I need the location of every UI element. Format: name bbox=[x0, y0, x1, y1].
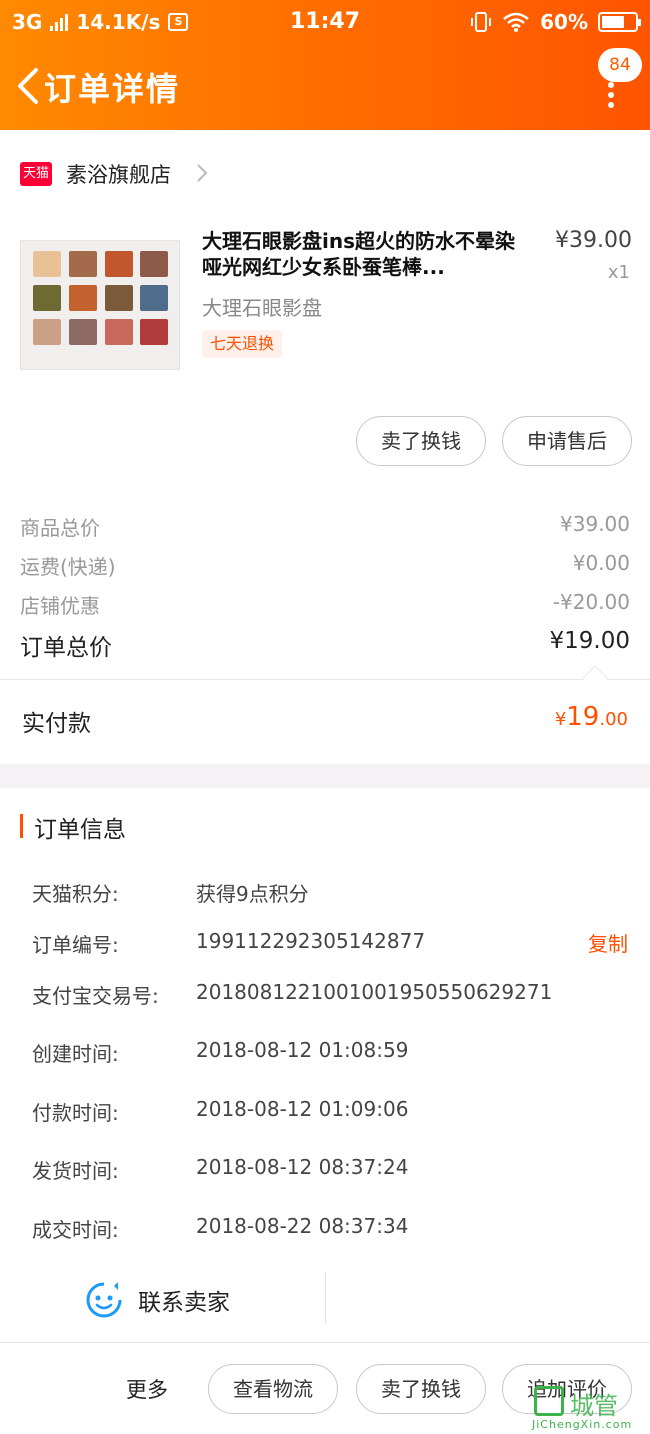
vibrate-icon bbox=[471, 12, 492, 32]
product-sku: 大理石眼影盘 bbox=[202, 296, 322, 320]
subtotal-value: ¥39.00 bbox=[560, 512, 630, 536]
more-button[interactable]: 更多 bbox=[126, 1374, 168, 1404]
eyeshadow-pan bbox=[104, 251, 133, 277]
paid-integer: 19 bbox=[566, 702, 600, 732]
discount-row: 店铺优惠 -¥20.00 bbox=[20, 590, 630, 620]
subtotal-label: 商品总价 bbox=[20, 516, 100, 540]
eyeshadow-pan bbox=[140, 319, 169, 345]
order-total-value: ¥19.00 bbox=[549, 628, 630, 654]
bottom-divider bbox=[0, 1342, 650, 1343]
eyeshadow-pan bbox=[33, 285, 61, 311]
watermark-logo bbox=[534, 1386, 564, 1416]
tmall-logo: 天猫 bbox=[20, 162, 52, 186]
info-row-paid: 付款时间: 2018-08-12 01:09:06 bbox=[32, 1097, 632, 1127]
info-label: 支付宝交易号: bbox=[32, 984, 159, 1008]
chat-face-icon bbox=[86, 1282, 122, 1318]
watermark-text: 城管 bbox=[570, 1392, 618, 1420]
eyeshadow-pan bbox=[68, 251, 97, 277]
chevron-right-icon bbox=[197, 164, 208, 182]
divider bbox=[0, 679, 650, 680]
header: 3G 14.1K/s S 11:47 60% 订单详情 84 bbox=[0, 0, 650, 130]
shipping-label: 运费(快递) bbox=[20, 555, 116, 579]
info-row-points: 天猫积分: 获得9点积分 bbox=[32, 878, 632, 908]
shipping-value: ¥0.00 bbox=[572, 551, 630, 575]
message-badge: 84 bbox=[598, 48, 642, 82]
status-right: 60% bbox=[470, 10, 641, 34]
info-row-alipay: 支付宝交易号: 2018081221001001950550629271 bbox=[32, 980, 632, 1010]
info-row-order-number: 订单编号: 199112292305142877 bbox=[32, 929, 632, 959]
shop-name: 素浴旗舰店 bbox=[66, 163, 171, 187]
info-value: 2018081221001001950550629271 bbox=[196, 980, 553, 1004]
eyeshadow-pan bbox=[140, 285, 169, 311]
info-value: 2018-08-12 01:08:59 bbox=[196, 1038, 409, 1062]
wifi-icon bbox=[503, 12, 529, 32]
more-menu-icon[interactable] bbox=[606, 82, 616, 108]
info-row-completed: 成交时间: 2018-08-22 08:37:34 bbox=[32, 1214, 632, 1244]
sell-again-button[interactable]: 卖了换钱 bbox=[356, 1364, 486, 1414]
product-quantity: x1 bbox=[607, 262, 630, 283]
eyeshadow-pan bbox=[104, 285, 133, 311]
info-row-shipped: 发货时间: 2018-08-12 08:37:24 bbox=[32, 1155, 632, 1185]
order-total-row: 订单总价 ¥19.00 bbox=[20, 628, 630, 661]
product-title[interactable]: 大理石眼影盘ins超火的防水不晕染哑光网红少女系卧蚕笔棒... bbox=[202, 228, 532, 280]
paid-currency: ¥ bbox=[554, 709, 567, 730]
divider-notch bbox=[582, 665, 608, 691]
copy-button[interactable]: 复制 bbox=[588, 928, 628, 957]
info-label: 成交时间: bbox=[32, 1218, 119, 1242]
info-row-created: 创建时间: 2018-08-12 01:08:59 bbox=[32, 1038, 632, 1068]
info-value: 2018-08-12 08:37:24 bbox=[196, 1155, 409, 1179]
shipping-row: 运费(快递) ¥0.00 bbox=[20, 551, 630, 581]
product-price: ¥39.00 bbox=[555, 228, 632, 253]
watermark: 城管 JiChengXin.com bbox=[532, 1384, 650, 1434]
view-logistics-button[interactable]: 查看物流 bbox=[208, 1364, 338, 1414]
section-accent-bar bbox=[20, 814, 23, 838]
info-value: 199112292305142877 bbox=[196, 929, 426, 953]
eyeshadow-pan bbox=[68, 319, 97, 345]
eyeshadow-pan bbox=[33, 251, 61, 277]
section-gap bbox=[0, 764, 650, 788]
eyeshadow-pan bbox=[140, 251, 169, 277]
eyeshadow-pan bbox=[68, 285, 97, 311]
discount-label: 店铺优惠 bbox=[20, 594, 100, 618]
eyeshadow-pan bbox=[33, 319, 61, 345]
info-value: 2018-08-22 08:37:34 bbox=[196, 1214, 409, 1238]
paid-amount: ¥19.00 bbox=[555, 702, 628, 732]
eyeshadow-pan bbox=[104, 319, 133, 345]
battery-percent: 60% bbox=[540, 10, 588, 34]
paid-decimal: .00 bbox=[599, 709, 628, 730]
shop-row[interactable]: 天猫 素浴旗舰店 bbox=[0, 150, 650, 196]
info-value: 获得9点积分 bbox=[196, 882, 309, 906]
vertical-divider bbox=[325, 1272, 326, 1324]
subtotal-row: 商品总价 ¥39.00 bbox=[20, 512, 630, 542]
info-label: 发货时间: bbox=[32, 1159, 119, 1183]
sell-button[interactable]: 卖了换钱 bbox=[356, 416, 486, 466]
order-total-label: 订单总价 bbox=[20, 635, 112, 661]
status-bar: 3G 14.1K/s S 11:47 60% bbox=[0, 0, 650, 44]
paid-label: 实付款 bbox=[22, 711, 91, 737]
watermark-url: JiChengXin.com bbox=[532, 1418, 633, 1431]
eyeshadow-palette bbox=[33, 251, 169, 345]
battery-icon bbox=[598, 12, 641, 32]
info-value: 2018-08-12 01:09:06 bbox=[196, 1097, 409, 1121]
contact-seller-label: 联系卖家 bbox=[138, 1290, 230, 1316]
discount-value: -¥20.00 bbox=[552, 590, 630, 614]
back-arrow-icon[interactable] bbox=[14, 66, 44, 106]
info-label: 订单编号: bbox=[32, 933, 119, 957]
contact-seller-button[interactable]: 联系卖家 bbox=[84, 1278, 230, 1322]
info-label: 天猫积分: bbox=[32, 882, 119, 906]
product-image[interactable] bbox=[20, 240, 180, 370]
after-sales-button[interactable]: 申请售后 bbox=[502, 416, 632, 466]
info-label: 创建时间: bbox=[32, 1042, 119, 1066]
info-label: 付款时间: bbox=[32, 1101, 119, 1125]
return-policy-tag: 七天退换 bbox=[202, 330, 283, 358]
order-info-title: 订单信息 bbox=[34, 817, 126, 843]
page-title: 订单详情 bbox=[44, 70, 181, 108]
